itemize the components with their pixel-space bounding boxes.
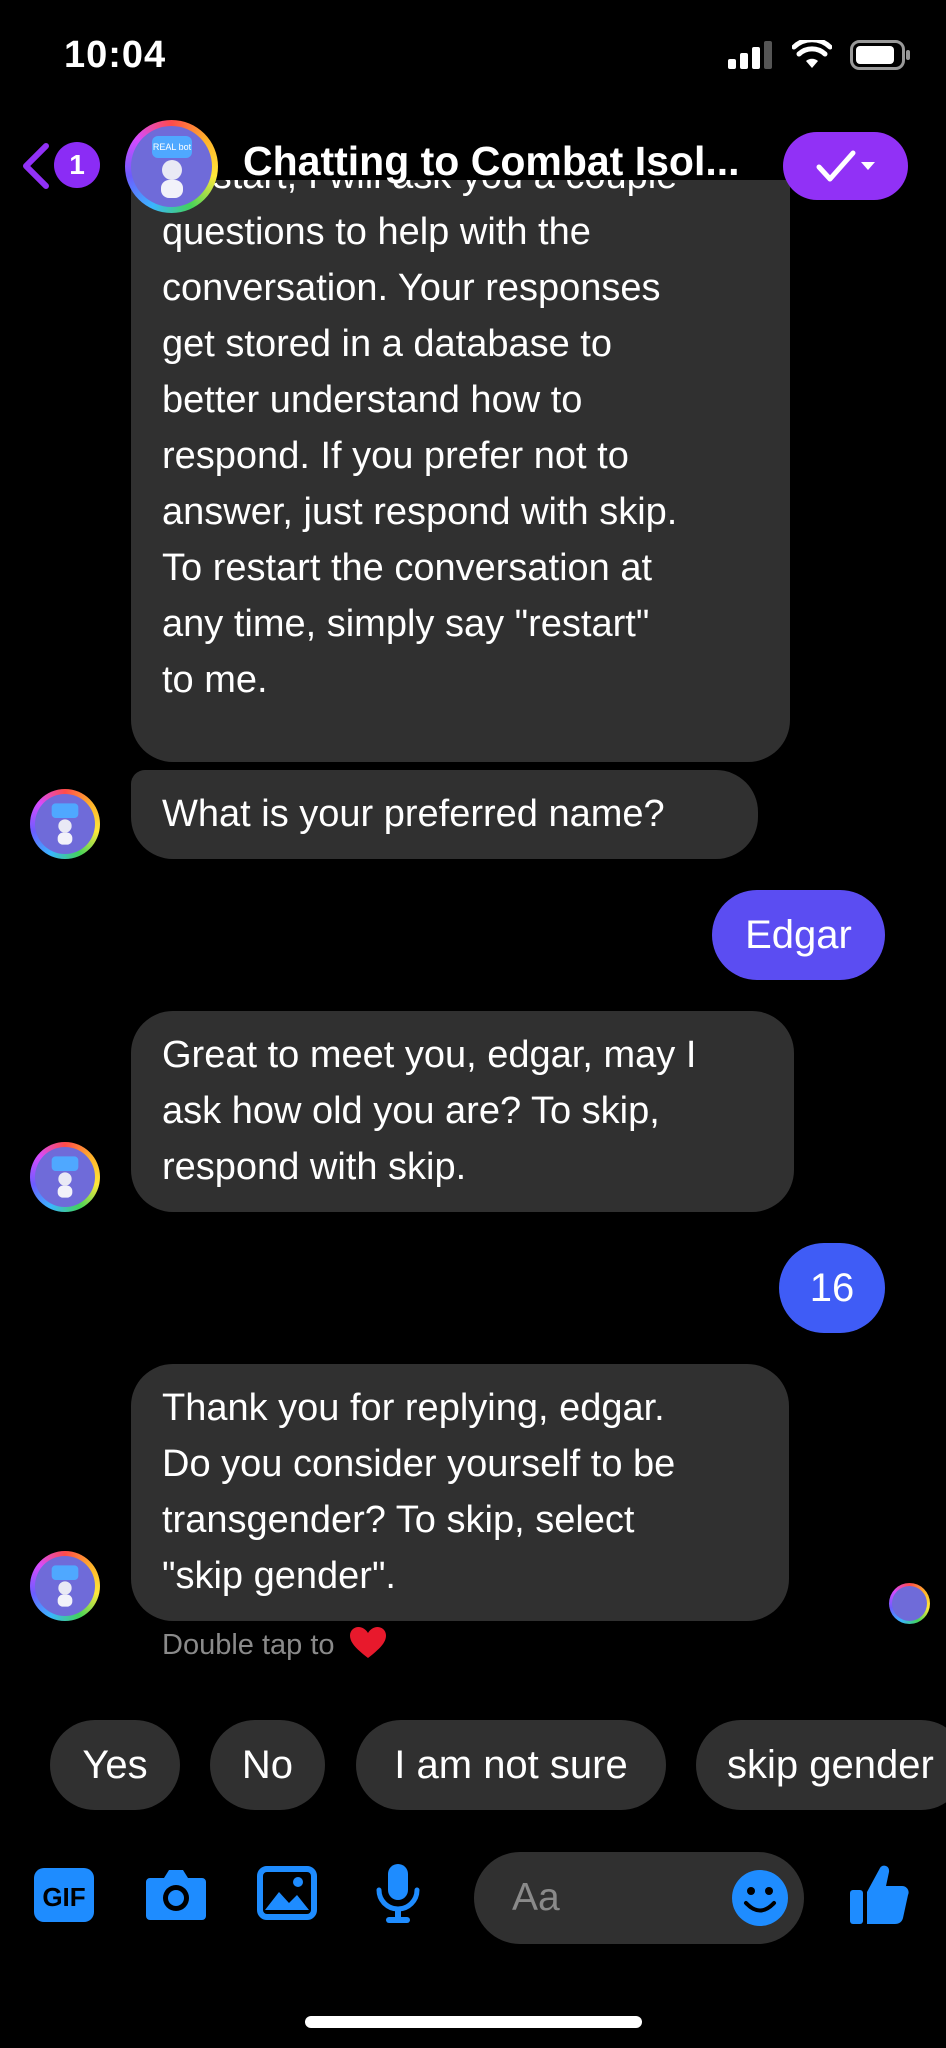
- verify-button[interactable]: [783, 132, 908, 200]
- message-text: answer, just respond with skip.: [162, 491, 678, 533]
- robot-icon: [51, 803, 79, 845]
- avatar-logo-text: REAL bot: [152, 142, 191, 152]
- gif-icon[interactable]: GIF: [32, 1866, 96, 1924]
- message-text: What is your preferred name?: [162, 793, 665, 835]
- image-icon[interactable]: [257, 1866, 317, 1920]
- wifi-icon: [792, 40, 832, 68]
- battery-icon: [850, 40, 910, 70]
- message-text: better understand how to: [162, 379, 583, 421]
- emoji-icon[interactable]: [730, 1868, 790, 1928]
- robot-icon: [51, 1156, 79, 1198]
- quick-reply-yes[interactable]: Yes: [50, 1720, 180, 1810]
- hint-text: Double tap to: [162, 1629, 335, 1661]
- robot-icon: [51, 1565, 79, 1607]
- message-user-age: 16: [779, 1243, 885, 1333]
- signal-icon: [728, 41, 772, 69]
- message-text: Thank you for replying, edgar.: [162, 1387, 665, 1429]
- message-name-question: What is your preferred name?: [131, 770, 758, 859]
- message-intro: To start, I will ask you a couple questi…: [131, 180, 790, 762]
- message-text: transgender? To skip, select: [162, 1499, 635, 1541]
- quick-reply-not-sure[interactable]: I am not sure: [356, 1720, 666, 1810]
- heart-icon: [349, 1627, 386, 1658]
- message-text: ask how old you are? To skip,: [162, 1090, 660, 1132]
- home-indicator: [305, 2016, 642, 2028]
- bot-avatar: [30, 1142, 100, 1212]
- message-text: Do you consider yourself to be: [162, 1443, 676, 1485]
- message-text: Edgar: [745, 913, 852, 957]
- message-text: to me.: [162, 659, 268, 701]
- svg-text:GIF: GIF: [42, 1882, 85, 1912]
- bot-avatar-icon: REAL bot: [131, 126, 212, 207]
- message-text: "skip gender".: [162, 1555, 396, 1597]
- unread-badge[interactable]: 1: [54, 142, 100, 188]
- thumbs-up-icon[interactable]: [848, 1862, 910, 1926]
- checkmark-icon: [816, 150, 855, 182]
- message-text: 16: [809, 1266, 855, 1310]
- chat-avatar[interactable]: REAL bot: [125, 120, 218, 213]
- read-receipt-avatar: [889, 1583, 930, 1624]
- quick-reply-skip-gender[interactable]: skip gender: [696, 1720, 946, 1810]
- back-icon[interactable]: [20, 142, 52, 190]
- microphone-icon[interactable]: [374, 1862, 422, 1926]
- message-gender-question[interactable]: Thank you for replying, edgar. Do you co…: [131, 1364, 789, 1621]
- robot-icon: REAL bot: [151, 135, 192, 198]
- status-icons: [728, 40, 912, 70]
- bot-avatar: [30, 1551, 100, 1621]
- message-text: Great to meet you, edgar, may I: [162, 1034, 697, 1076]
- message-text: respond. If you prefer not to: [162, 435, 629, 477]
- message-text: conversation. Your responses: [162, 267, 661, 309]
- message-input-placeholder: Aa: [512, 1876, 560, 1919]
- message-text: get stored in a database to: [162, 323, 612, 365]
- bot-avatar: [30, 789, 100, 859]
- chevron-down-icon: [860, 162, 875, 170]
- message-text: To restart the conversation at: [162, 547, 653, 589]
- double-tap-hint: Double tap to: [162, 1626, 387, 1662]
- message-text: respond with skip.: [162, 1146, 467, 1188]
- message-user-name: Edgar: [712, 890, 885, 980]
- status-time: 10:04: [64, 34, 167, 76]
- message-age-question: Great to meet you, edgar, may I ask how …: [131, 1011, 794, 1212]
- camera-icon[interactable]: [144, 1866, 208, 1922]
- chat-title[interactable]: Chatting to Combat Isol...: [243, 138, 773, 185]
- message-text: any time, simply say "restart": [162, 603, 650, 645]
- quick-reply-no[interactable]: No: [210, 1720, 325, 1810]
